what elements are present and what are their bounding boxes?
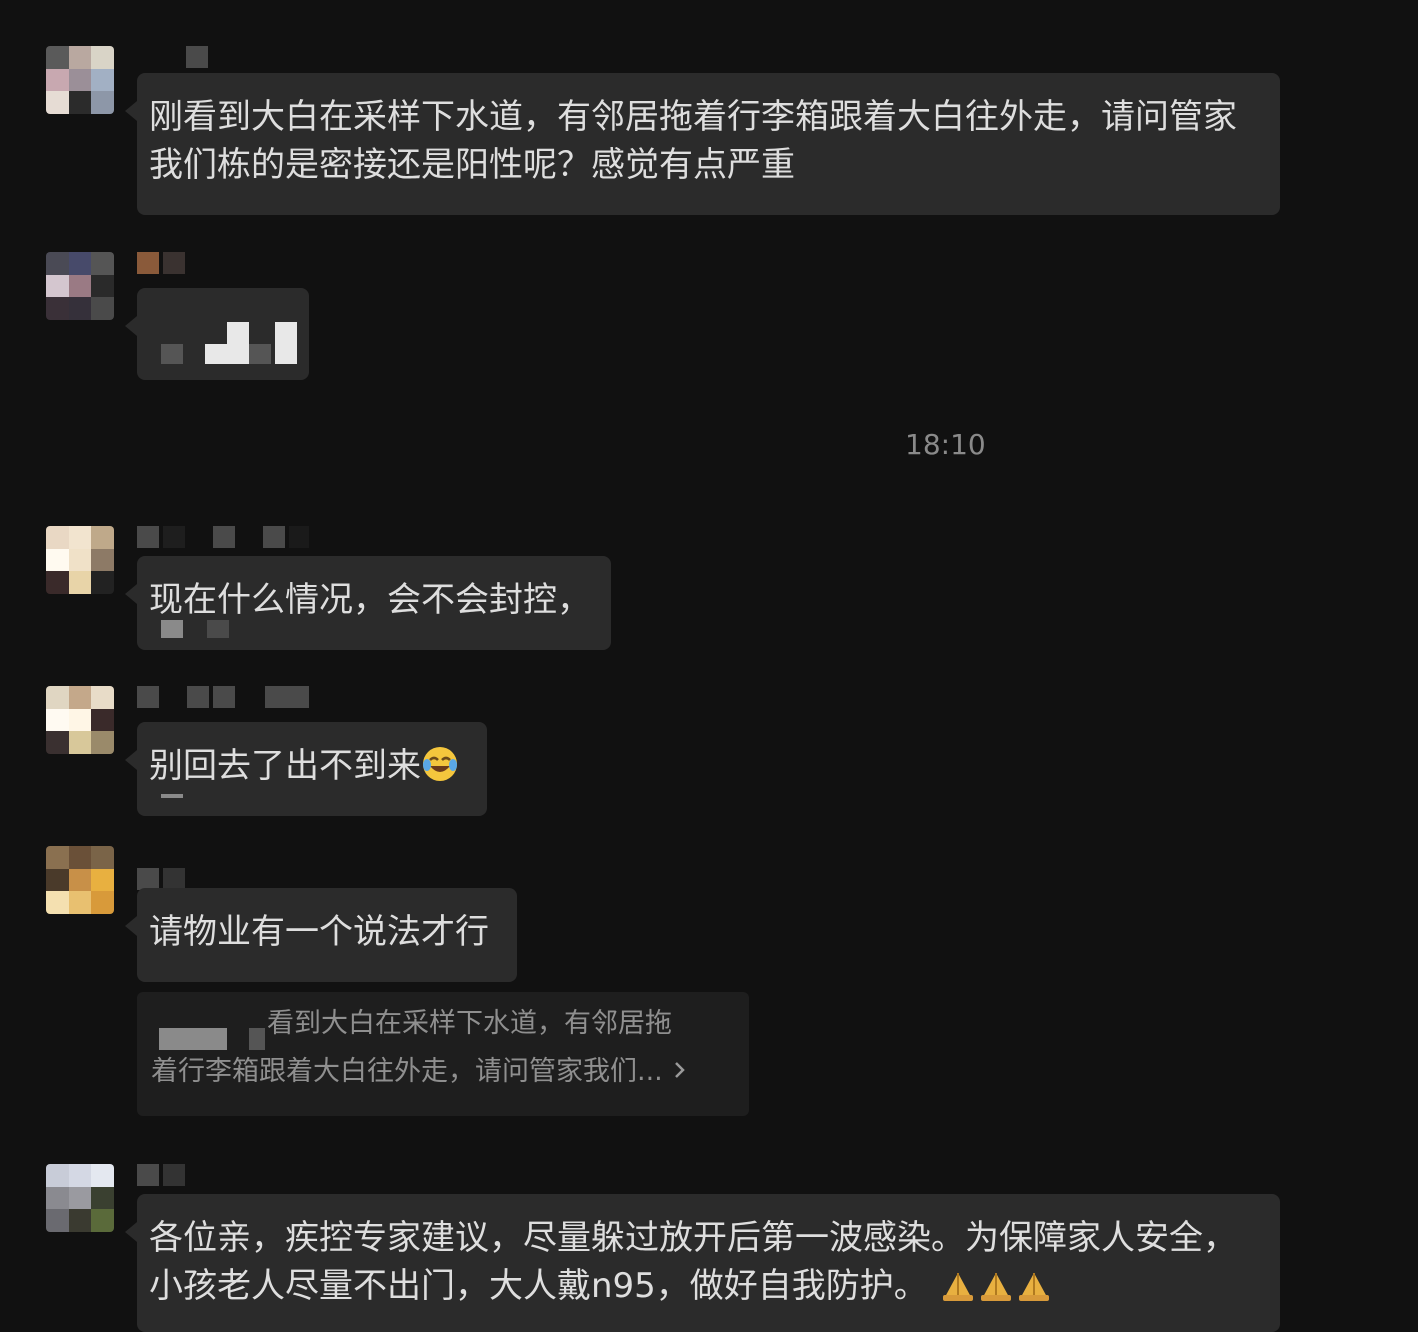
message-bubble[interactable]: 刚看到大白在采样下水道，有邻居拖着行李箱跟着大白往外走，请问管家 我们栋的是密接…: [125, 73, 1280, 215]
message-text: 小孩老人尽量不出门，大人戴n95，做好自我防护。: [149, 1266, 928, 1306]
folded-hands-icon: [939, 1268, 977, 1316]
chevron-right-icon[interactable]: [673, 1048, 687, 1096]
quote-text: 看到大白在采样下水道，有邻居拖: [267, 1008, 672, 1039]
quote-sender-blurred: [159, 1028, 227, 1050]
folded-hands-icon: [977, 1268, 1015, 1316]
sender-name-blurred: [137, 252, 185, 274]
message-bubble[interactable]: 各位亲，疾控专家建议，尽量躲过放开后第一波感染。为保障家人安全， 小孩老人尽量不…: [125, 1194, 1280, 1332]
sender-name-blurred: [137, 1164, 185, 1186]
message-bubble-blurred[interactable]: [125, 288, 309, 380]
sender-name-blurred: [137, 526, 309, 548]
avatar[interactable]: [46, 1164, 114, 1232]
avatar[interactable]: [46, 252, 114, 320]
message-text: 请物业有一个说法才行: [149, 912, 489, 952]
sender-name-blurred: [137, 868, 185, 890]
timestamp: 18:10: [905, 428, 986, 461]
message-text: 刚看到大白在采样下水道，有邻居拖着行李箱跟着大白往外走，请问管家: [149, 97, 1237, 137]
message-bubble[interactable]: 别回去了出不到来: [125, 722, 487, 816]
avatar[interactable]: [46, 526, 114, 594]
sender-name-blurred: [160, 46, 208, 68]
message-text: 别回去了出不到来: [149, 746, 421, 786]
message-bubble[interactable]: 请物业有一个说法才行: [125, 888, 517, 982]
folded-hands-icon: [1015, 1268, 1053, 1316]
avatar[interactable]: [46, 46, 114, 114]
face-with-tears-of-joy-icon: [421, 745, 459, 796]
avatar[interactable]: [46, 846, 114, 914]
avatar[interactable]: [46, 686, 114, 754]
message-bubble[interactable]: 现在什么情况，会不会封控，: [125, 556, 611, 650]
message-text: 我们栋的是密接还是阳性呢？感觉有点严重: [149, 145, 795, 185]
quoted-message[interactable]: 看到大白在采样下水道，有邻居拖 着行李箱跟着大白往外走，请问管家我们...: [137, 992, 749, 1116]
message-text: 各位亲，疾控专家建议，尽量躲过放开后第一波感染。为保障家人安全，: [149, 1218, 1237, 1258]
message-text: 现在什么情况，会不会封控，: [149, 580, 591, 620]
quote-text: 着行李箱跟着大白往外走，请问管家我们...: [151, 1056, 663, 1087]
sender-name-blurred: [137, 686, 309, 708]
